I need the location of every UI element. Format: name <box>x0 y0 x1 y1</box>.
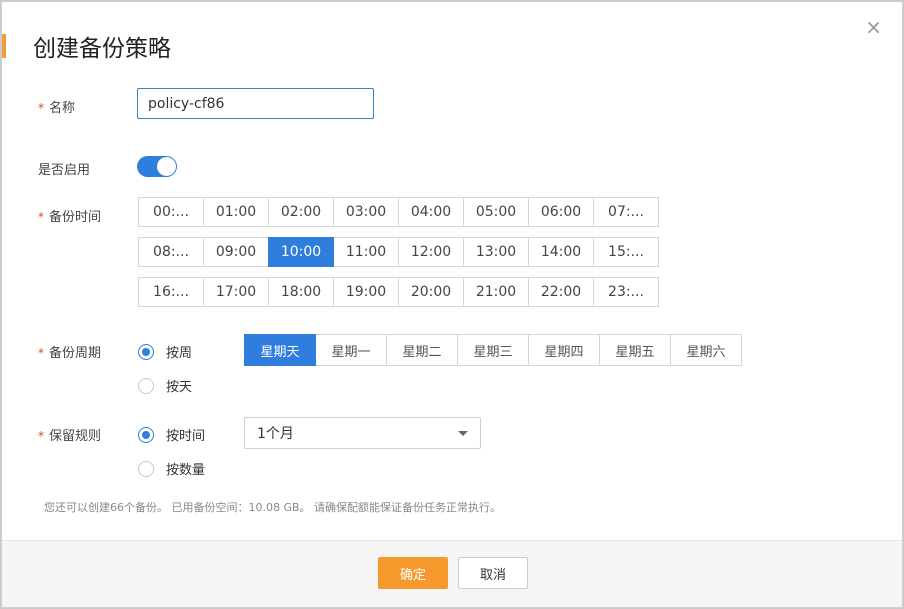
time-slot[interactable]: 07:... <box>593 197 659 227</box>
enable-toggle[interactable] <box>137 156 177 177</box>
weekday-button[interactable]: 星期一 <box>315 334 387 366</box>
required-marker: * <box>38 101 44 115</box>
weekday-button[interactable]: 星期五 <box>599 334 671 366</box>
time-slot[interactable]: 00:... <box>138 197 204 227</box>
time-slot[interactable]: 10:00 <box>268 237 334 267</box>
cycle-daily-radio[interactable]: 按天 <box>138 376 192 395</box>
enable-label: 是否启用 <box>38 159 90 178</box>
required-marker: * <box>38 346 44 360</box>
name-input[interactable] <box>137 88 374 119</box>
time-slot[interactable]: 21:00 <box>463 277 529 307</box>
time-slot[interactable]: 02:00 <box>268 197 334 227</box>
enable-label-text: 是否启用 <box>38 163 91 178</box>
chevron-down-icon <box>458 430 468 436</box>
retention-by-time-radio[interactable]: 按时间 <box>138 425 205 444</box>
time-slot[interactable]: 20:00 <box>398 277 464 307</box>
time-slot[interactable]: 22:00 <box>528 277 594 307</box>
time-slot[interactable]: 11:00 <box>333 237 399 267</box>
confirm-button[interactable]: 确定 <box>378 557 448 589</box>
time-row: 16:... 17:00 18:00 19:00 20:00 21:00 22:00 23:.… <box>138 277 666 307</box>
backup-cycle-label-text: 备份周期 <box>49 346 102 361</box>
name-label: * 名称 <box>38 97 75 116</box>
radio-unchecked-icon <box>138 377 154 394</box>
retention-by-count-radio[interactable]: 按数量 <box>138 459 205 478</box>
toggle-knob <box>157 157 176 176</box>
cycle-weekly-radio[interactable]: 按周 <box>138 342 192 361</box>
time-slot[interactable]: 17:00 <box>203 277 269 307</box>
quota-note: 您还可以创建66个备份。 已用备份空间：10.08 GB。 请确保配额能保证备份… <box>44 501 502 514</box>
time-slot[interactable]: 04:00 <box>398 197 464 227</box>
retention-period-value: 1个月 <box>257 426 294 442</box>
time-slot[interactable]: 16:... <box>138 277 204 307</box>
required-marker: * <box>38 210 44 224</box>
time-slot[interactable]: 18:00 <box>268 277 334 307</box>
retention-by-count-label: 按数量 <box>166 463 206 478</box>
radio-unchecked-icon <box>138 460 154 477</box>
weekday-button[interactable]: 星期四 <box>528 334 600 366</box>
name-label-text: 名称 <box>49 101 76 116</box>
time-slot[interactable]: 03:00 <box>333 197 399 227</box>
cancel-button[interactable]: 取消 <box>458 557 528 589</box>
cycle-weekly-label: 按周 <box>166 346 193 361</box>
create-backup-policy-dialog: 创建备份策略 × * 名称 是否启用 * 备份时间 00:...01:0002:00… <box>1 1 903 608</box>
weekday-button[interactable]: 星期二 <box>386 334 458 366</box>
weekday-button[interactable]: 星期六 <box>670 334 742 366</box>
time-slot[interactable]: 23:... <box>593 277 659 307</box>
time-slot[interactable]: 08:... <box>138 237 204 267</box>
time-row: 00:... 01:00 02:00 03:00 04:00 05:00 06:00 07:.… <box>138 197 666 227</box>
cycle-daily-label: 按天 <box>166 380 193 395</box>
time-row: 08:... 09:00 10:00 11:00 12:00 13:00 14:00 15:.… <box>138 237 666 267</box>
time-slot[interactable]: 12:00 <box>398 237 464 267</box>
time-slot[interactable]: 06:00 <box>528 197 594 227</box>
weekday-button[interactable]: 星期三 <box>457 334 529 366</box>
time-slot[interactable]: 19:00 <box>333 277 399 307</box>
backup-time-label: * 备份时间 <box>38 206 101 225</box>
required-marker: * <box>38 429 44 443</box>
weekday-selector: 星期天 星期一 星期二 星期三 星期四 星期五 星期六 <box>244 334 742 366</box>
time-slot[interactable]: 05:00 <box>463 197 529 227</box>
backup-time-grid: 00:... 01:00 02:00 03:00 04:00 05:00 06:00 07:.… <box>138 197 666 317</box>
retention-label: * 保留规则 <box>38 425 101 444</box>
backup-time-label-text: 备份时间 <box>49 210 102 225</box>
dialog-footer: 确定 取消 <box>2 540 902 607</box>
dialog-title: 创建备份策略 <box>33 36 171 62</box>
title-accent-bar <box>2 34 6 58</box>
radio-checked-icon <box>138 426 154 443</box>
time-slot[interactable]: 13:00 <box>463 237 529 267</box>
time-slot[interactable]: 09:00 <box>203 237 269 267</box>
backup-cycle-label: * 备份周期 <box>38 342 101 361</box>
retention-label-text: 保留规则 <box>49 429 102 444</box>
radio-checked-icon <box>138 343 154 360</box>
retention-period-select[interactable]: 1个月 <box>244 417 481 449</box>
weekday-button[interactable]: 星期天 <box>244 334 316 366</box>
time-slot[interactable]: 14:00 <box>528 237 594 267</box>
time-slot[interactable]: 01:00 <box>203 197 269 227</box>
time-slot[interactable]: 15:... <box>593 237 659 267</box>
close-icon[interactable]: × <box>865 17 882 37</box>
retention-by-time-label: 按时间 <box>166 429 206 444</box>
